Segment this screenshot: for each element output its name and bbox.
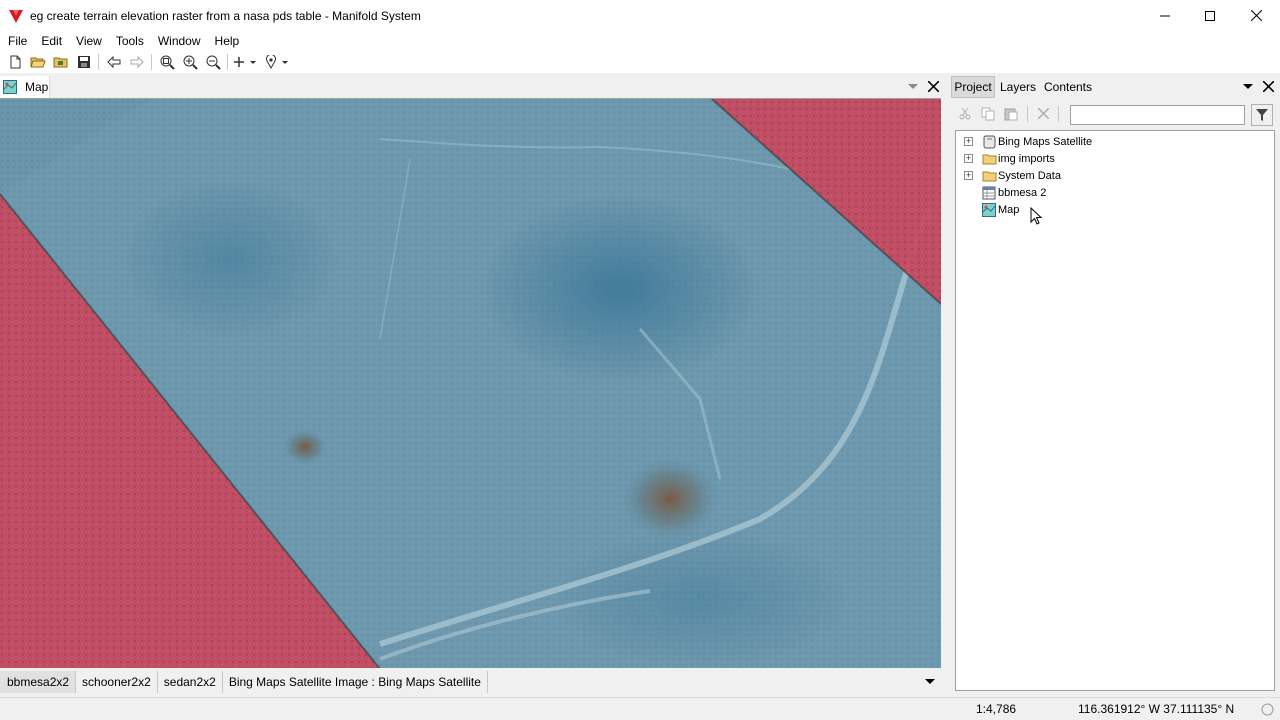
locate-dropdown-button[interactable] — [263, 51, 295, 73]
open-recent-button[interactable] — [49, 51, 72, 73]
save-icon — [77, 56, 90, 68]
save-button[interactable] — [72, 51, 95, 73]
layer-tab-bing-maps-satellite[interactable]: Bing Maps Satellite Image : Bing Maps Sa… — [222, 671, 488, 693]
toolbar-separator — [151, 54, 152, 70]
insert-dropdown-button[interactable] — [231, 51, 263, 73]
toolbar-separator — [98, 54, 99, 70]
layer-tab-schooner2x2[interactable]: schooner2x2 — [76, 671, 158, 693]
tree-label: bbmesa 2 — [998, 186, 1047, 199]
folder-icon — [53, 57, 67, 68]
back-button[interactable] — [102, 51, 125, 73]
close-window-button[interactable] — [1233, 0, 1279, 31]
menu-help[interactable]: Help — [208, 34, 247, 48]
arrow-right-icon — [130, 56, 144, 68]
map-view[interactable] — [0, 98, 941, 668]
data-source-icon — [983, 135, 996, 148]
forward-button[interactable] — [125, 51, 148, 73]
toolbar-separator — [227, 54, 228, 70]
close-panel-icon[interactable] — [1263, 81, 1274, 92]
tree-label: img imports — [998, 152, 1055, 165]
tab-map-label: Map — [25, 80, 49, 94]
tab-layers[interactable]: Layers — [997, 76, 1039, 98]
tree-item-map[interactable]: Map — [956, 201, 1274, 218]
new-button[interactable] — [3, 51, 26, 73]
location-pin-icon — [266, 55, 288, 69]
tree-item-img-imports[interactable]: + img imports — [956, 150, 1274, 167]
close-document-icon[interactable] — [928, 81, 939, 92]
folder-icon — [982, 171, 997, 181]
menu-tools[interactable]: Tools — [109, 34, 151, 48]
satellite-imagery — [0, 99, 941, 668]
toolbar-separator — [1027, 106, 1028, 122]
zoom-out-button[interactable] — [201, 51, 224, 73]
folder-icon — [982, 154, 997, 164]
menu-view[interactable]: View — [69, 34, 109, 48]
zoom-fit-icon — [160, 55, 175, 70]
main-toolbar — [0, 51, 1280, 73]
status-indicator-icon — [1261, 703, 1274, 716]
tab-contents[interactable]: Contents — [1041, 76, 1095, 98]
menu-edit[interactable]: Edit — [34, 34, 69, 48]
plus-dropdown-icon — [234, 57, 256, 67]
copy-icon[interactable] — [981, 107, 995, 121]
maximize-icon — [1205, 10, 1215, 21]
menu-bar: File Edit View Tools Window Help — [0, 31, 1280, 51]
title-bar: eg create terrain elevation raster from … — [0, 0, 1280, 31]
open-button[interactable] — [26, 51, 49, 73]
tab-map[interactable]: Map — [0, 76, 50, 98]
filter-button[interactable] — [1251, 104, 1273, 126]
zoom-in-button[interactable] — [178, 51, 201, 73]
minimize-icon — [1160, 15, 1170, 16]
zoom-in-icon — [183, 55, 198, 70]
tree-item-bing-maps-satellite[interactable]: + Bing Maps Satellite — [956, 133, 1274, 150]
tree-label: Bing Maps Satellite — [998, 135, 1093, 148]
table-icon — [982, 186, 996, 199]
maximize-button[interactable] — [1187, 0, 1233, 31]
menu-file[interactable]: File — [0, 34, 34, 48]
minimize-button[interactable] — [1142, 0, 1188, 31]
cut-icon[interactable] — [959, 108, 971, 120]
tab-project[interactable]: Project — [951, 76, 995, 98]
tree-item-bbmesa-2[interactable]: bbmesa 2 — [956, 184, 1274, 201]
manifold-logo-icon — [9, 9, 23, 23]
project-search-input[interactable] — [1070, 105, 1245, 125]
filter-icon — [1256, 109, 1268, 121]
panel-tabstrip: Project Layers Contents — [951, 76, 1280, 98]
toolbar-separator — [1058, 106, 1059, 122]
map-scale: 1:4,786 — [976, 702, 1017, 716]
layer-tab-sedan2x2[interactable]: sedan2x2 — [157, 671, 223, 693]
new-file-icon — [10, 55, 20, 69]
window-title: eg create terrain elevation raster from … — [30, 8, 421, 23]
expand-icon[interactable]: + — [964, 154, 973, 163]
map-icon — [982, 202, 996, 217]
project-tree: + Bing Maps Satellite + img imports + Sy… — [955, 130, 1275, 691]
close-icon — [1250, 10, 1262, 21]
document-tabstrip: Map — [0, 76, 945, 98]
mouse-cursor-icon — [1030, 207, 1043, 225]
tree-label: Map — [998, 203, 1020, 216]
tree-item-system-data[interactable]: + System Data — [956, 167, 1274, 184]
zoom-to-fit-button[interactable] — [155, 51, 178, 73]
map-icon — [3, 80, 17, 94]
arrow-left-icon — [106, 56, 120, 68]
expand-icon[interactable]: + — [964, 137, 973, 146]
layer-tabs: bbmesa2x2 schooner2x2 sedan2x2 Bing Maps… — [0, 671, 941, 693]
paste-icon[interactable] — [1004, 107, 1018, 121]
menu-window[interactable]: Window — [151, 34, 208, 48]
expand-icon[interactable]: + — [964, 171, 973, 180]
tree-label: System Data — [998, 169, 1061, 182]
delete-icon[interactable] — [1038, 108, 1049, 119]
tab-list-dropdown-icon[interactable] — [908, 84, 918, 90]
layer-tabs-dropdown-icon[interactable] — [925, 679, 935, 685]
cursor-coordinates: 116.361912° W 37.111135° N — [1078, 702, 1235, 716]
panel-dropdown-icon[interactable] — [1243, 84, 1253, 90]
layer-tab-bbmesa2x2[interactable]: bbmesa2x2 — [0, 671, 77, 693]
open-folder-icon — [29, 57, 46, 68]
zoom-out-icon — [206, 55, 221, 70]
status-bar: 1:4,786 116.361912° W 37.111135° N — [0, 697, 1280, 720]
